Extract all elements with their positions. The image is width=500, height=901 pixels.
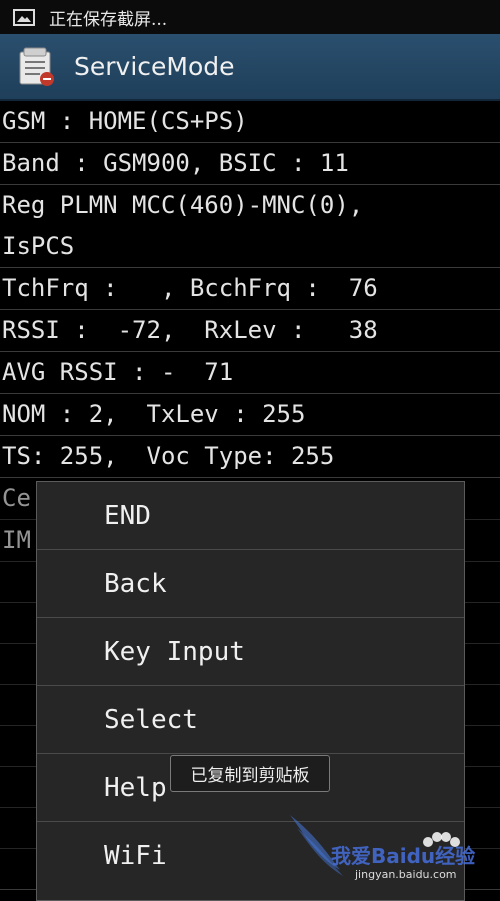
info-row: AVG RSSI : - 71 bbox=[0, 352, 500, 394]
status-text: 正在保存截屏... bbox=[49, 9, 168, 30]
baidu-watermark: 我爱Baidu经验 jingyan.baidu.com bbox=[285, 810, 500, 888]
info-row: Reg PLMN MCC(460)-MNC(0), bbox=[0, 185, 500, 226]
info-row: TchFrq : , BcchFrq : 76 bbox=[0, 268, 500, 310]
menu-item-end[interactable]: END bbox=[37, 482, 464, 550]
info-row: NOM : 2, TxLev : 255 bbox=[0, 394, 500, 436]
menu-item-back[interactable]: Back bbox=[37, 550, 464, 618]
watermark-url: jingyan.baidu.com bbox=[355, 868, 457, 881]
watermark-text: 我爱Baidu经验 bbox=[331, 844, 476, 868]
info-row: RSSI : -72, RxLev : 38 bbox=[0, 310, 500, 352]
info-row: Band : GSM900, BSIC : 11 bbox=[0, 143, 500, 185]
info-row: TS: 255, Voc Type: 255 bbox=[0, 436, 500, 478]
app-title-bar: ServiceMode bbox=[0, 34, 500, 101]
info-row: IsPCS bbox=[0, 226, 500, 268]
status-bar: 正在保存截屏... bbox=[0, 0, 500, 34]
info-row: GSM : HOME(CS+PS) bbox=[0, 101, 500, 143]
info-row-line: Reg PLMN MCC(460)-MNC(0), bbox=[2, 191, 364, 219]
toast-message: 已复制到剪贴板 bbox=[170, 755, 330, 792]
image-icon bbox=[13, 8, 35, 26]
service-mode-icon bbox=[18, 46, 56, 88]
menu-item-select[interactable]: Select bbox=[37, 686, 464, 754]
app-title: ServiceMode bbox=[74, 52, 235, 81]
menu-item-key-input[interactable]: Key Input bbox=[37, 618, 464, 686]
